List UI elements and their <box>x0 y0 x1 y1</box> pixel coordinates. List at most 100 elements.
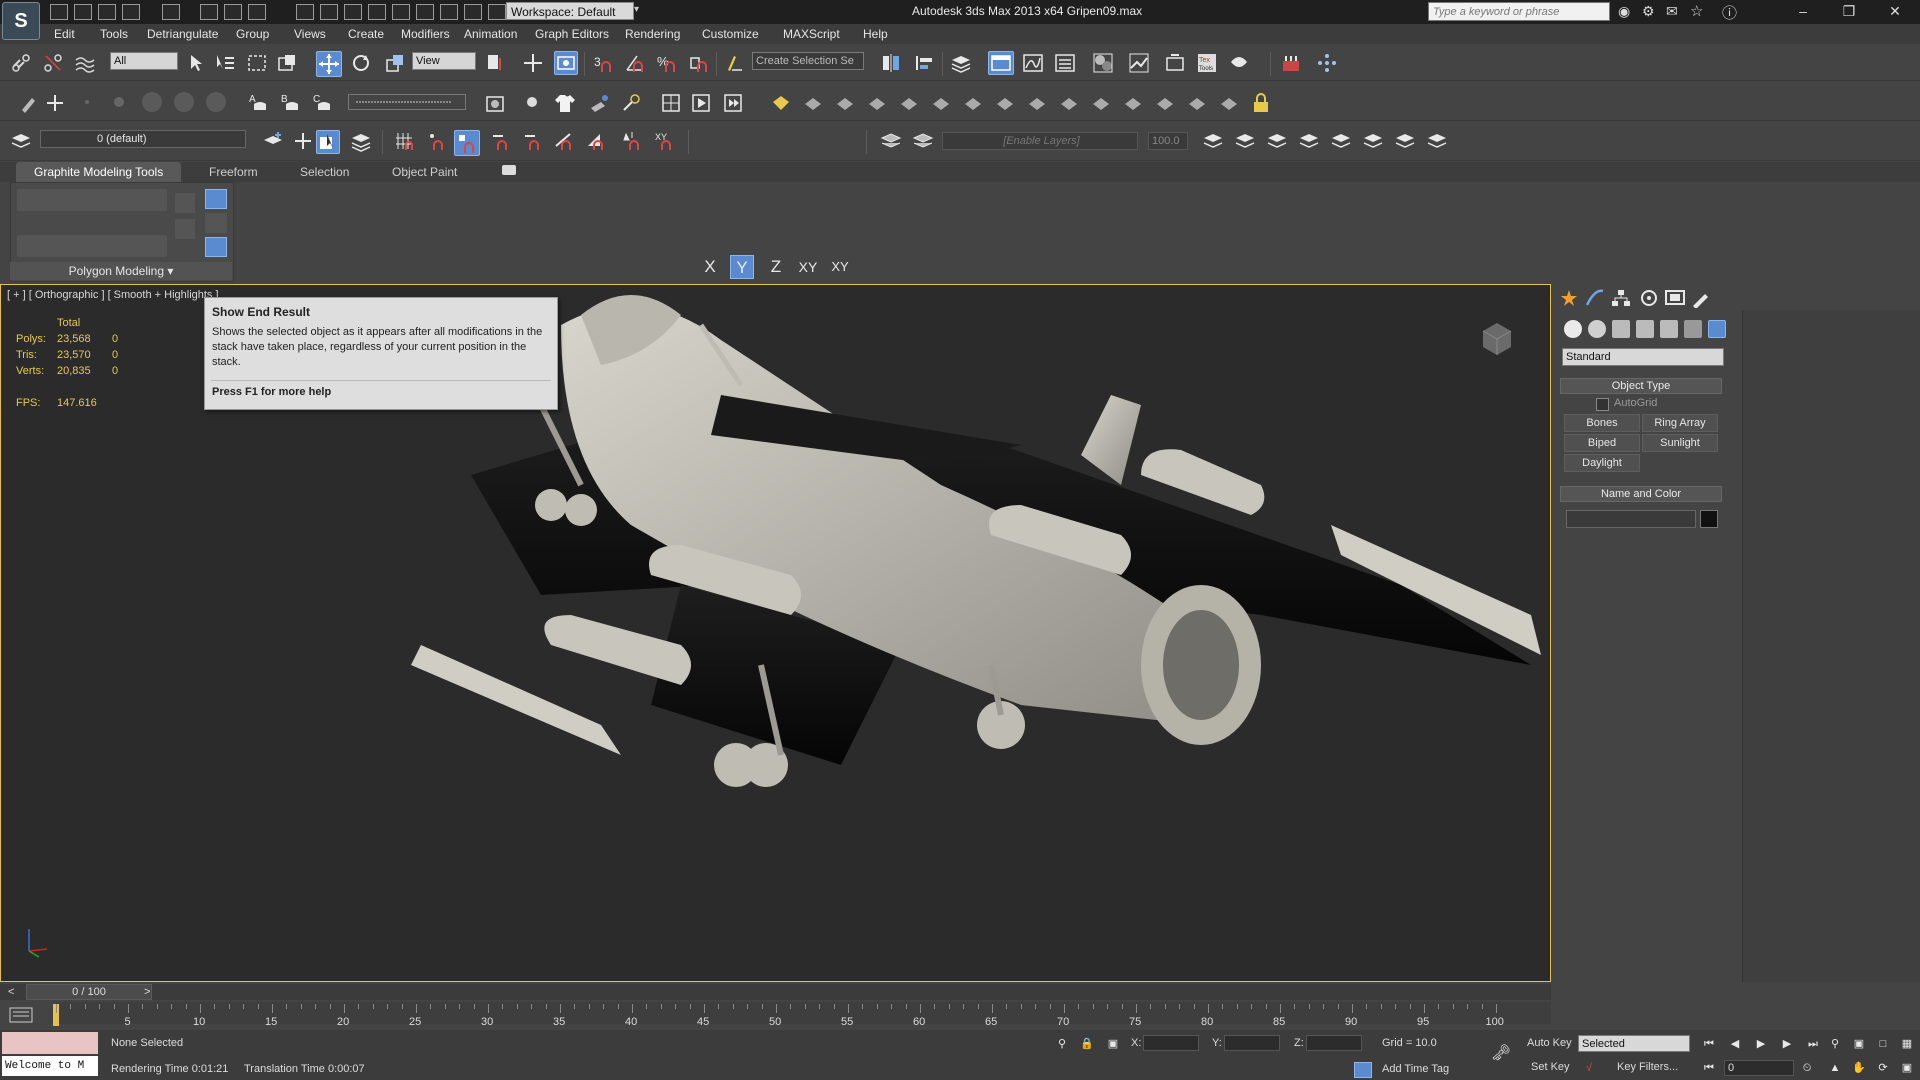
track-bar[interactable] <box>56 1002 1551 1024</box>
snap-pivot-icon[interactable] <box>426 130 448 152</box>
object-tool-10-icon[interactable] <box>1058 92 1080 114</box>
select-object-icon[interactable] <box>186 52 208 74</box>
object-tool-11-icon[interactable] <box>1090 92 1112 114</box>
layer-manager-icon[interactable] <box>10 130 32 152</box>
object-tool-8-icon[interactable] <box>994 92 1016 114</box>
object-name-input[interactable] <box>1566 510 1696 528</box>
object-tool-5-icon[interactable] <box>898 92 920 114</box>
paint-brush-icon[interactable] <box>18 92 40 114</box>
named-selection-dropdown[interactable]: Create Selection Se <box>752 52 864 70</box>
category-dropdown[interactable]: Standard <box>1562 348 1724 366</box>
key-mode-dropdown[interactable]: Selected <box>1578 1035 1690 1052</box>
sunlight-button[interactable]: Sunlight <box>1642 434 1718 452</box>
lights-icon[interactable] <box>1612 320 1630 338</box>
snap-face-icon[interactable] <box>586 130 608 152</box>
frame-counter[interactable]: 0 / 100 <box>26 984 152 1000</box>
menu-edit[interactable]: Edit <box>54 27 75 41</box>
menu-group[interactable]: Group <box>236 27 269 41</box>
z-coordinate-field[interactable] <box>1306 1035 1362 1051</box>
undo-icon[interactable] <box>122 4 140 20</box>
object-tool-9-icon[interactable] <box>1026 92 1048 114</box>
minimize-button[interactable]: – <box>1780 0 1826 24</box>
select-and-scale-icon[interactable] <box>384 52 406 74</box>
close-button[interactable]: ✕ <box>1872 0 1918 24</box>
layer-tool-6-icon[interactable] <box>1298 130 1320 152</box>
bind-space-warp-icon[interactable] <box>74 52 96 74</box>
brush-small-icon[interactable] <box>78 93 96 111</box>
viewport-label[interactable]: [ + ] [ Orthographic ] [ Smooth + Highli… <box>7 289 219 301</box>
material-library-icon[interactable] <box>484 92 506 114</box>
brush-tool-icon[interactable] <box>588 92 610 114</box>
window-crossing-icon[interactable] <box>276 52 298 74</box>
name-and-color-rollout[interactable]: Name and Color <box>1560 486 1722 502</box>
modify-tab-icon[interactable] <box>1584 288 1606 308</box>
render-production-icon[interactable] <box>1228 52 1250 74</box>
object-tool-3-icon[interactable] <box>834 92 856 114</box>
brush-xlarge-icon[interactable] <box>172 90 196 114</box>
material-editor-icon[interactable] <box>1092 52 1114 74</box>
rendered-frame-window-icon[interactable] <box>1164 52 1186 74</box>
tex-tools-icon[interactable]: Tex Tools <box>1196 52 1218 74</box>
restore-button[interactable]: ❐ <box>1826 0 1872 24</box>
x-coordinate-field[interactable] <box>1143 1035 1199 1051</box>
utilities-tab-icon[interactable] <box>1690 288 1712 309</box>
curve-editor-icon[interactable] <box>1022 52 1044 74</box>
percent-field[interactable]: 100.0 <box>1148 132 1188 150</box>
object-tool-4-icon[interactable] <box>866 92 888 114</box>
edit-named-selection-icon[interactable] <box>724 52 746 74</box>
create-layer-icon[interactable] <box>292 130 314 152</box>
snap-midpoint-icon[interactable] <box>554 130 576 152</box>
object-tool-13-icon[interactable] <box>1154 92 1176 114</box>
layer-tool-2-icon[interactable] <box>912 130 934 152</box>
menu-tools[interactable]: Tools <box>100 27 128 41</box>
object-tool-14-icon[interactable] <box>1186 92 1208 114</box>
time-slider[interactable]: < 0 / 100 > <box>0 984 1551 1000</box>
layer-tool-4-icon[interactable] <box>1234 130 1256 152</box>
maxscript-mini-listener[interactable] <box>2 1032 98 1054</box>
plugin-icon[interactable] <box>1280 52 1302 74</box>
layer-tool-9-icon[interactable] <box>1394 130 1416 152</box>
time-tag-icon[interactable] <box>1354 1062 1372 1078</box>
mirror-icon[interactable] <box>880 52 902 74</box>
snap-toggle-icon[interactable]: 3 <box>592 52 614 74</box>
layer-tool-5-icon[interactable] <box>1266 130 1288 152</box>
add-time-tag[interactable]: Add Time Tag <box>1382 1063 1449 1075</box>
object-color-swatch[interactable] <box>1700 510 1718 528</box>
snap-edge-icon[interactable] <box>522 130 544 152</box>
add-icon[interactable] <box>44 92 66 114</box>
previous-frame-icon[interactable]: ◀ <box>1726 1036 1744 1052</box>
zoom-extents-icon[interactable]: □ <box>1874 1036 1892 1052</box>
key-mode-toggle-icon[interactable]: ⏮ <box>1700 1060 1718 1076</box>
set-key-button[interactable]: Set Key <box>1531 1061 1570 1073</box>
menu-maxscript[interactable]: MAXScript <box>783 27 840 41</box>
pin-icon[interactable]: ⚲ <box>1053 1036 1071 1052</box>
helpers-icon[interactable] <box>1660 320 1678 338</box>
brush-huge-icon[interactable] <box>204 90 228 114</box>
autogrid-checkbox[interactable] <box>1596 398 1609 411</box>
constrain-z-button[interactable]: Z <box>764 255 788 279</box>
pan-icon[interactable]: ✋ <box>1850 1060 1868 1076</box>
constrain-xy-plane-button[interactable]: XY <box>828 255 852 279</box>
create-tab-icon[interactable] <box>1558 288 1580 308</box>
layer-tool-10-icon[interactable] <box>1426 130 1448 152</box>
manage-layers-icon[interactable] <box>950 52 972 74</box>
constrain-xy-button[interactable]: XY <box>796 255 820 279</box>
toggle-icon[interactable] <box>488 4 506 20</box>
app-logo[interactable]: S <box>2 2 40 40</box>
layer-properties-icon[interactable] <box>350 130 372 152</box>
current-frame-field[interactable]: 0 <box>1724 1060 1794 1076</box>
zoom-extents-all-icon[interactable]: ▦ <box>1898 1036 1916 1052</box>
menu-modifiers[interactable]: Modifiers <box>401 27 450 41</box>
sphere-icon[interactable] <box>524 94 540 110</box>
lock-icon[interactable] <box>1250 92 1272 114</box>
geometry-icon[interactable] <box>1564 320 1582 338</box>
angle-snap-icon[interactable] <box>624 52 646 74</box>
shapes-icon[interactable] <box>1588 320 1606 338</box>
pivot-center-icon[interactable] <box>484 52 506 74</box>
graphite-toggle-icon[interactable] <box>988 51 1014 75</box>
select-in-layer-icon[interactable] <box>316 130 340 154</box>
brush-large-icon[interactable] <box>140 90 164 114</box>
subscription-icon[interactable]: ⚙ <box>1642 3 1658 19</box>
time-slider-next[interactable]: > <box>144 986 150 998</box>
ribbon-side-icon-1[interactable] <box>175 193 195 213</box>
